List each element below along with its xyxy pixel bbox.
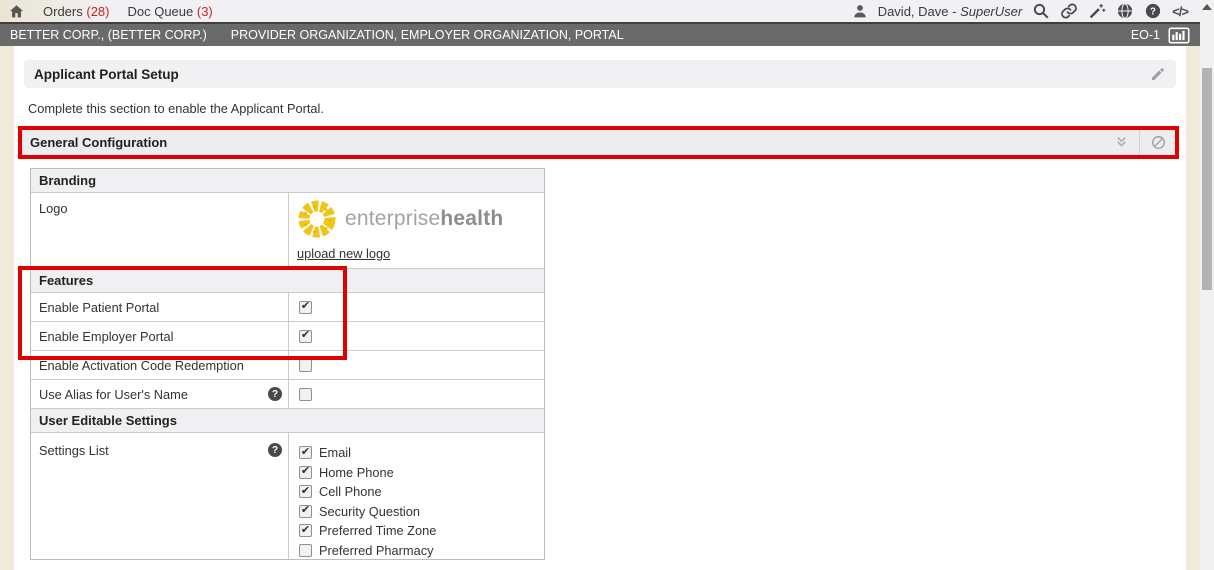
- globe-icon[interactable]: [1116, 2, 1134, 20]
- section-description: Complete this section to enable the Appl…: [28, 101, 324, 116]
- content-panel: Applicant Portal Setup Complete this sec…: [14, 46, 1186, 570]
- portal-settings-table: Branding Logo enterprisehealth upload ne…: [30, 168, 545, 560]
- scrollbar-thumb[interactable]: [1202, 68, 1212, 290]
- link-icon[interactable]: [1060, 2, 1078, 20]
- user-role: SuperUser: [960, 4, 1022, 19]
- context-bar: BETTER CORP., (BETTER CORP.) PROVIDER OR…: [0, 24, 1200, 46]
- user-name: David, Dave -: [878, 4, 960, 19]
- general-configuration-bar[interactable]: General Configuration: [22, 130, 1175, 155]
- enterprise-health-logo: enterprisehealth: [297, 199, 544, 239]
- setting-label: Preferred Time Zone: [319, 523, 436, 538]
- feature-label: Enable Employer Portal: [31, 322, 289, 350]
- user-editable-settings-header: User Editable Settings: [31, 409, 544, 433]
- feature-label: Enable Patient Portal: [31, 293, 289, 321]
- setting-preferred-pharmacy: Preferred Pharmacy: [299, 541, 544, 561]
- nav-doc-queue-count: (3): [197, 4, 213, 19]
- svg-text:?: ?: [1150, 6, 1156, 17]
- bar-chart-icon[interactable]: [1168, 27, 1190, 44]
- preferred-time-zone-checkbox[interactable]: [299, 524, 312, 537]
- upload-new-logo-link[interactable]: upload new logo: [297, 246, 390, 261]
- logo-row: Logo enterprisehealth upload new logo: [31, 193, 544, 269]
- topbar-right-cluster: David, Dave - SuperUser ? </>: [852, 2, 1200, 20]
- wand-icon[interactable]: [1088, 2, 1106, 20]
- feature-row-use-alias: Use Alias for User's Name ?: [31, 380, 544, 409]
- nav-doc-queue[interactable]: Doc Queue (3): [127, 4, 212, 19]
- eo-label: EO-1: [1131, 28, 1160, 42]
- logo-label: Logo: [31, 193, 289, 268]
- nav-orders-count: (28): [86, 4, 109, 19]
- general-configuration-title: General Configuration: [30, 135, 167, 150]
- alias-help-icon[interactable]: ?: [268, 387, 282, 401]
- top-nav-bar: Orders (28) Doc Queue (3) David, Dave - …: [0, 0, 1200, 24]
- current-user[interactable]: David, Dave - SuperUser: [878, 4, 1023, 19]
- scroll-up-button[interactable]: [1202, 4, 1212, 10]
- setting-label: Preferred Pharmacy: [319, 543, 434, 558]
- setting-security-question: Security Question: [299, 502, 544, 522]
- disable-circle-slash-icon[interactable]: [1150, 134, 1167, 151]
- feature-label: Use Alias for User's Name ?: [31, 380, 289, 408]
- settings-list-label: Settings List ?: [31, 433, 289, 559]
- security-question-checkbox[interactable]: [299, 505, 312, 518]
- setting-home-phone: Home Phone: [299, 463, 544, 483]
- home-phone-checkbox[interactable]: [299, 466, 312, 479]
- email-checkbox[interactable]: [299, 446, 312, 459]
- logo-sunburst-icon: [297, 199, 337, 239]
- help-icon[interactable]: ?: [1144, 2, 1162, 20]
- nav-orders-label: Orders: [43, 4, 83, 19]
- branding-header: Branding: [31, 169, 544, 193]
- edit-pencil-icon[interactable]: [1150, 66, 1166, 82]
- page-title: Applicant Portal Setup: [34, 67, 179, 82]
- icon-divider: [1139, 130, 1140, 155]
- settings-list-help-icon[interactable]: ?: [268, 443, 282, 457]
- setting-preferred-time-zone: Preferred Time Zone: [299, 521, 544, 541]
- page-background: Applicant Portal Setup Complete this sec…: [0, 46, 1200, 570]
- preferred-pharmacy-checkbox[interactable]: [299, 544, 312, 557]
- code-icon[interactable]: </>: [1172, 4, 1188, 19]
- org-name[interactable]: BETTER CORP., (BETTER CORP.): [10, 28, 207, 42]
- general-configuration-section: General Configuration: [18, 126, 1179, 159]
- cell-phone-checkbox[interactable]: [299, 485, 312, 498]
- enable-activation-code-checkbox[interactable]: [299, 359, 312, 372]
- setting-label: Home Phone: [319, 465, 394, 480]
- setting-label: Cell Phone: [319, 484, 382, 499]
- feature-row-patient-portal: Enable Patient Portal: [31, 293, 544, 322]
- feature-row-employer-portal: Enable Employer Portal: [31, 322, 544, 351]
- use-alias-checkbox[interactable]: [299, 388, 312, 401]
- settings-list-row: Settings List ? Email Home Phone Cell Ph…: [31, 433, 544, 559]
- search-icon[interactable]: [1032, 2, 1050, 20]
- home-icon[interactable]: [8, 3, 25, 20]
- page-header: Applicant Portal Setup: [24, 60, 1176, 88]
- feature-row-activation-code: Enable Activation Code Redemption: [31, 351, 544, 380]
- enable-employer-portal-checkbox[interactable]: [299, 330, 312, 343]
- config-bar-icons: [1114, 130, 1167, 155]
- logo-cell: enterprisehealth upload new logo: [289, 193, 544, 268]
- features-header: Features: [31, 269, 544, 293]
- setting-label: Email: [319, 445, 351, 460]
- scrollbar[interactable]: [1200, 0, 1214, 570]
- setting-email: Email: [299, 443, 544, 463]
- user-icon: [852, 3, 868, 19]
- context-bar-right: EO-1: [1131, 27, 1190, 44]
- org-context: PROVIDER ORGANIZATION, EMPLOYER ORGANIZA…: [231, 28, 624, 42]
- collapse-double-chevron-icon[interactable]: [1114, 135, 1129, 150]
- nav-doc-queue-label: Doc Queue: [127, 4, 193, 19]
- logo-wordmark: enterprisehealth: [345, 207, 503, 231]
- setting-cell-phone: Cell Phone: [299, 482, 544, 502]
- nav-orders[interactable]: Orders (28): [43, 4, 109, 19]
- settings-list-options: Email Home Phone Cell Phone Security Que…: [289, 433, 544, 559]
- setting-label: Security Question: [319, 504, 420, 519]
- enable-patient-portal-checkbox[interactable]: [299, 301, 312, 314]
- feature-label: Enable Activation Code Redemption: [31, 351, 289, 379]
